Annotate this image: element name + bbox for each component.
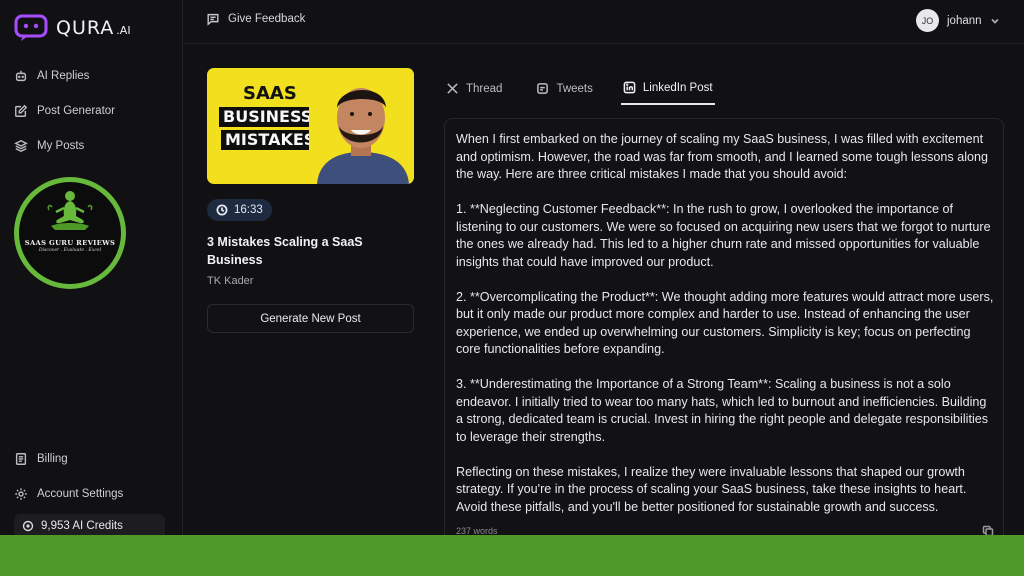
credits-label: 9,953 AI Credits (41, 520, 123, 532)
post-type-tabs: Thread Tweets LinkedIn Post (444, 72, 715, 105)
receipt-icon (15, 453, 27, 465)
tab-linkedin-post[interactable]: LinkedIn Post (620, 72, 715, 105)
nav-post-generator[interactable]: Post Generator (14, 104, 115, 118)
duration-label: 16:33 (234, 204, 263, 216)
post-text[interactable]: When I first embarked on the journey of … (456, 131, 996, 534)
video-author: TK Kader (207, 275, 254, 287)
tab-thread[interactable]: Thread (444, 72, 504, 105)
gear-icon (15, 488, 27, 500)
edit-icon (15, 104, 28, 117)
presenter-photo (309, 68, 414, 184)
post-paragraph: When I first embarked on the journey of … (456, 132, 989, 181)
username: johann (947, 14, 982, 27)
nav-label: AI Replies (37, 70, 90, 82)
tab-label: Tweets (556, 82, 593, 95)
nav-billing[interactable]: Billing (14, 452, 68, 466)
top-bar: Give Feedback JO johann (184, 0, 1024, 44)
badge-subtitle: Discover . Evaluate . Excel (38, 248, 102, 253)
badge-title: SAAS GURU REVIEWS (24, 239, 116, 247)
nav-label: My Posts (37, 140, 85, 152)
nav-ai-replies[interactable]: AI Replies (14, 69, 89, 83)
thumbnail-word: MISTAKES (221, 130, 320, 150)
feedback-label: Give Feedback (228, 13, 306, 25)
nav-my-posts[interactable]: My Posts (14, 139, 84, 153)
nav-label: Billing (37, 453, 68, 465)
thumbnail-word: SAAS (241, 83, 299, 104)
tab-label: Thread (466, 82, 503, 95)
linkedin-post-panel[interactable]: When I first embarked on the journey of … (444, 118, 1004, 548)
meditation-figure-icon (47, 191, 93, 230)
layers-icon (14, 139, 28, 153)
coins-icon (22, 520, 34, 532)
post-paragraph: 2. **Overcomplicating the Product**: We … (456, 289, 994, 357)
post-paragraph: 3. **Underestimating the Importance of a… (456, 377, 989, 444)
clock-icon (216, 204, 228, 216)
tab-label: LinkedIn Post (642, 81, 713, 94)
brand-logo[interactable]: QURA .AI (14, 14, 131, 42)
ai-replies-icon (15, 70, 27, 82)
nav-account-settings[interactable]: Account Settings (14, 487, 123, 501)
post-paragraph: 1. **Neglecting Customer Feedback**: In … (456, 202, 991, 269)
saas-guru-badge: SAAS GURU REVIEWS Discover . Evaluate . … (14, 177, 126, 289)
post-paragraph: Reflecting on these mistakes, I realize … (456, 464, 967, 514)
linkedin-icon (623, 81, 636, 94)
green-bottom-bar (0, 535, 1024, 576)
video-title: 3 Mistakes Scaling a SaaS Business (207, 235, 363, 267)
brand-suffix: .AI (116, 24, 131, 37)
avatar: JO (916, 9, 939, 32)
chat-bot-logo-icon (14, 14, 48, 41)
give-feedback-button[interactable]: Give Feedback (206, 12, 305, 26)
chevron-down-icon (990, 18, 999, 24)
nav-label: Post Generator (37, 105, 115, 117)
brand-name: QURA (56, 17, 115, 39)
tab-tweets[interactable]: Tweets (534, 72, 594, 105)
nav-label: Account Settings (37, 488, 124, 500)
user-menu[interactable]: JO johann (916, 9, 1000, 32)
sidebar: QURA .AI AI Replies Post Generator My Pos… (0, 0, 183, 538)
message-square-icon (207, 13, 219, 26)
thumbnail-word: BUSINESS (219, 107, 317, 127)
x-logo-icon (447, 83, 458, 94)
video-thumbnail[interactable]: SAAS BUSINESS MISTAKES (207, 68, 414, 184)
generate-new-post-button[interactable]: Generate New Post (207, 304, 414, 333)
duration-badge: 16:33 (207, 199, 272, 221)
tweets-icon (537, 83, 549, 94)
